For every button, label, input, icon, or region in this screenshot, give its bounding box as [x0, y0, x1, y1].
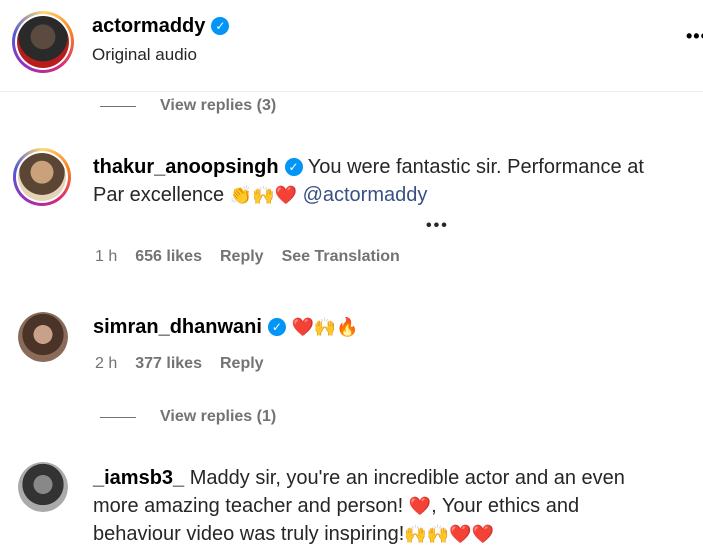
reply-button[interactable]: Reply [220, 355, 264, 373]
emoji-group: ❤️🙌🔥 [291, 317, 359, 337]
comment-body: simran_dhanwani ✓ ❤️🙌🔥 [93, 313, 683, 341]
comment-text: behaviour video was truly inspiring! [93, 523, 405, 545]
audio-label[interactable]: Original audio [92, 45, 197, 65]
post-header: actormaddy ✓ Original audio ••• [0, 0, 703, 92]
commenter-username[interactable]: _iamsb3_ [93, 467, 184, 489]
likes-count[interactable]: 656 likes [135, 248, 202, 266]
view-replies-label[interactable]: View replies (1) [160, 408, 276, 426]
author-avatar[interactable] [12, 11, 74, 73]
author-username-text[interactable]: actormaddy [92, 15, 205, 37]
commenter-avatar[interactable] [18, 312, 68, 362]
verified-badge-icon: ✓ [267, 318, 286, 336]
view-replies-button[interactable]: View replies (1) [100, 405, 276, 429]
comment-text: Maddy sir, you're an incredible actor an… [189, 467, 625, 489]
comment-meta: 2 h 377 likes Reply [95, 355, 264, 373]
commenter-avatar[interactable] [13, 148, 71, 206]
comment-more-icon[interactable]: ••• [426, 217, 449, 235]
reply-button[interactable]: Reply [220, 248, 264, 266]
commenter-avatar[interactable] [18, 462, 68, 512]
heart-emoji: ❤️ [408, 496, 432, 516]
author-username[interactable]: actormaddy ✓ [92, 15, 230, 38]
more-options-icon[interactable]: ••• [686, 26, 703, 47]
commenter-username[interactable]: thakur_anoopsingh [93, 156, 279, 178]
comment-text: You were fantastic sir. Performance at [307, 156, 644, 178]
comment-body: thakur_anoopsingh ✓ You were fantastic si… [93, 153, 683, 209]
view-replies-button[interactable]: View replies (3) [100, 94, 276, 118]
comment-text: more amazing teacher and person! [93, 495, 404, 517]
replies-divider [100, 416, 136, 418]
comment-meta: 1 h 656 likes Reply See Translation [95, 248, 400, 266]
verified-badge-icon: ✓ [211, 17, 230, 35]
comment-time: 2 h [95, 355, 118, 372]
commenter-username[interactable]: simran_dhanwani [93, 316, 262, 338]
verified-badge-icon: ✓ [284, 158, 303, 176]
view-replies-label[interactable]: View replies (3) [160, 97, 276, 115]
emoji-group: 🙌🙌❤️❤️ [404, 524, 494, 544]
replies-divider [100, 105, 136, 107]
likes-count[interactable]: 377 likes [135, 355, 202, 373]
see-translation-button[interactable]: See Translation [282, 248, 400, 266]
emoji-group: 👏🙌❤️ [229, 185, 297, 205]
mention-link[interactable]: @actormaddy [303, 184, 428, 206]
comment-body: _iamsb3_ Maddy sir, you're an incredible… [93, 464, 693, 548]
comment-time: 1 h [95, 248, 118, 265]
comment-text: Par excellence [93, 184, 225, 206]
comment-text: , Your ethics and [431, 495, 580, 517]
